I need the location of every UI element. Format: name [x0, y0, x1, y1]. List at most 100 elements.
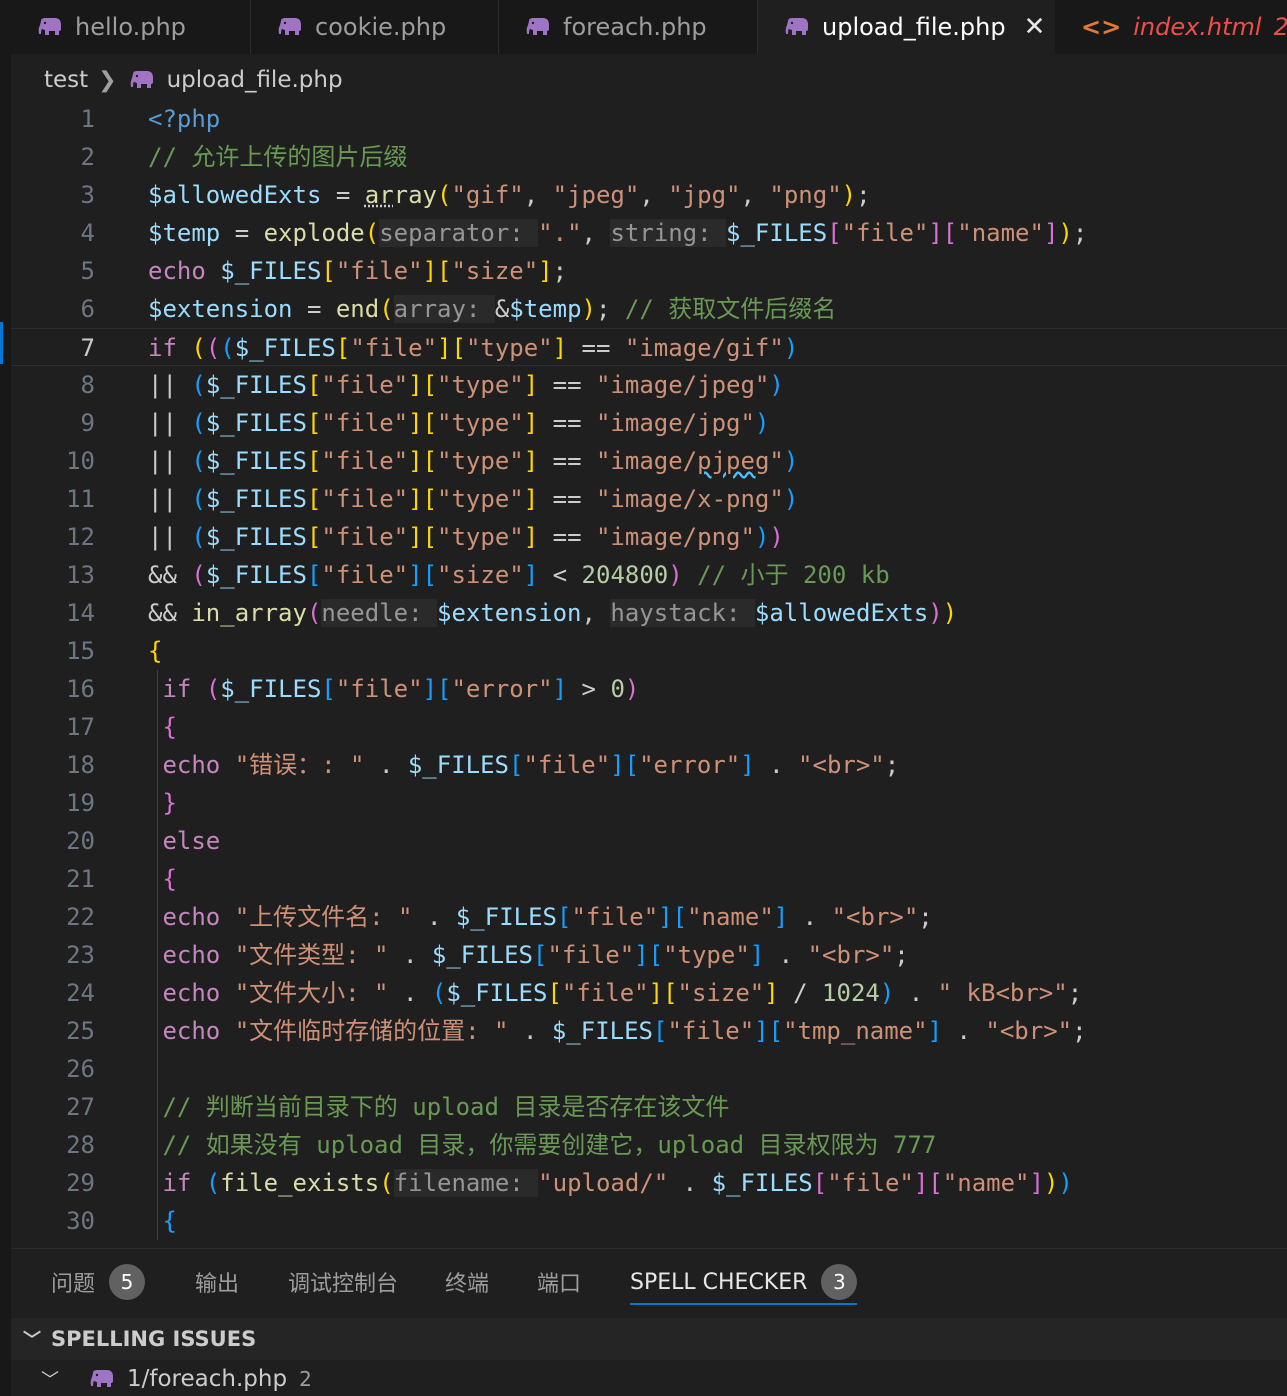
tab-label: cookie.php [315, 13, 447, 41]
code-text: || ($_FILES["file"]["type"] == "image/jp… [148, 409, 770, 437]
tab-label: 端口 [537, 1272, 582, 1297]
code-line[interactable]: 1 <?php [11, 100, 1287, 138]
php-elephant-icon [277, 17, 303, 37]
code-line[interactable]: 15 { [11, 632, 1287, 670]
tab-index-html[interactable]: <> index.html 2 [1055, 0, 1287, 54]
code-line[interactable]: 9 || ($_FILES["file"]["type"] == "image/j… [11, 404, 1287, 442]
line-number: 24 [66, 979, 95, 1007]
code-line[interactable]: 6 $extension = end(array: &$temp); // 获取文… [11, 290, 1287, 328]
php-elephant-icon [784, 17, 810, 37]
tab-terminal[interactable]: 终端 [445, 1249, 489, 1315]
editor-tab-bar: hello.php cookie.php foreach.php upload_… [11, 0, 1287, 54]
code-line[interactable]: 18 echo "错误：: " . $_FILES["file"]["error… [11, 746, 1287, 784]
tab-debug-console[interactable]: 调试控制台 [288, 1249, 398, 1315]
code-line[interactable]: 19 } [11, 784, 1287, 822]
code-line[interactable]: 28 // 如果没有 upload 目录，你需要创建它，upload 目录权限为… [11, 1126, 1287, 1164]
line-number: 1 [80, 105, 95, 133]
code-text: if ((($_FILES["file"]["type"] == "image/… [148, 334, 799, 362]
code-text: $allowedExts = array("gif", "jpeg", "jpg… [148, 181, 871, 209]
code-line[interactable]: 29 if (file_exists(filename: "upload/" .… [11, 1164, 1287, 1202]
tab-label: foreach.php [563, 13, 707, 41]
code-line[interactable]: 8 || ($_FILES["file"]["type"] == "image/j… [11, 366, 1287, 404]
tab-output[interactable]: 输出 [195, 1249, 239, 1315]
code-line[interactable]: 22 echo "上传文件名: " . $_FILES["file"]["nam… [11, 898, 1287, 936]
panel-tab-bar: 问题 5 输出 调试控制台 终端 端口 SPELL CHECKER 3 [11, 1248, 1287, 1316]
line-number: 16 [66, 675, 95, 703]
code-line[interactable]: 23 echo "文件类型: " . $_FILES["file"]["type… [11, 936, 1287, 974]
code-text: || ($_FILES["file"]["type"] == "image/pn… [148, 523, 784, 551]
tab-label: 终端 [445, 1272, 490, 1297]
indent-guide [157, 670, 158, 1240]
spelling-issues-header[interactable]: ﹀ SPELLING ISSUES [11, 1318, 1287, 1360]
code-line[interactable]: 3 $allowedExts = array("gif", "jpeg", "jp… [11, 176, 1287, 214]
code-text: || ($_FILES["file"]["type"] == "image/pj… [148, 447, 799, 475]
code-text: echo "文件临时存储的位置: " . $_FILES["file"]["tm… [162, 1017, 1087, 1045]
activity-edge [0, 0, 11, 1396]
code-line[interactable]: 27 // 判断当前目录下的 upload 目录是否存在该文件 [11, 1088, 1287, 1126]
chevron-down-icon: ﹀ [23, 1330, 41, 1351]
line-number: 19 [66, 789, 95, 817]
close-icon[interactable]: ✕ [1024, 12, 1046, 42]
tab-ports[interactable]: 端口 [537, 1249, 581, 1315]
tab-hello-php[interactable]: hello.php [11, 0, 251, 54]
tab-cookie-php[interactable]: cookie.php [251, 0, 499, 54]
code-line[interactable]: 25 echo "文件临时存储的位置: " . $_FILES["file"][… [11, 1012, 1287, 1050]
code-text: && ($_FILES["file"]["size"] < 204800) //… [148, 561, 890, 589]
tab-label: index.html [1133, 13, 1262, 41]
code-line[interactable]: 17 { [11, 708, 1287, 746]
code-text: || ($_FILES["file"]["type"] == "image/x-… [148, 485, 799, 513]
code-line[interactable]: 16 if ($_FILES["file"]["error"] > 0) [11, 670, 1287, 708]
code-line[interactable]: 13 && ($_FILES["file"]["size"] < 204800) … [11, 556, 1287, 594]
code-line[interactable]: 14 && in_array(needle: $extension, haysta… [11, 594, 1287, 632]
line-number: 12 [66, 523, 95, 551]
line-number: 20 [66, 827, 95, 855]
line-number: 14 [66, 599, 95, 627]
breadcrumb-file[interactable]: upload_file.php [167, 67, 343, 93]
tab-foreach-php[interactable]: foreach.php [499, 0, 758, 54]
code-line[interactable]: 26 [11, 1050, 1287, 1088]
code-line[interactable]: 10 || ($_FILES["file"]["type"] == "image/… [11, 442, 1287, 480]
php-elephant-icon [129, 70, 155, 90]
code-text: // 允许上传的图片后缀 [148, 143, 408, 171]
code-text: // 判断当前目录下的 upload 目录是否存在该文件 [162, 1093, 730, 1121]
code-line[interactable]: 2 // 允许上传的图片后缀 [11, 138, 1287, 176]
tab-label: SPELL CHECKER [630, 1269, 808, 1295]
code-line[interactable]: 7 if ((($_FILES["file"]["type"] == "image… [11, 328, 1287, 366]
code-editor[interactable]: 1 <?php 2 // 允许上传的图片后缀 3 $allowedExts = array… [11, 100, 1287, 1246]
code-line[interactable]: 11 || ($_FILES["file"]["type"] == "image/… [11, 480, 1287, 518]
code-text: else [162, 827, 221, 855]
code-text: if ($_FILES["file"]["error"] > 0) [162, 675, 640, 703]
line-number: 30 [66, 1207, 95, 1235]
line-number: 18 [66, 751, 95, 779]
tab-spell-checker[interactable]: SPELL CHECKER 3 [630, 1249, 858, 1315]
tab-problems[interactable]: 问题 5 [51, 1249, 146, 1315]
line-number: 5 [80, 257, 95, 285]
code-text: $extension = end(array: &$temp); // 获取文件… [148, 295, 837, 323]
code-text: if (file_exists(filename: "upload/" . $_… [162, 1169, 1073, 1197]
line-number: 6 [80, 295, 95, 323]
code-line[interactable]: 12 || ($_FILES["file"]["type"] == "image/… [11, 518, 1287, 556]
issue-file-row[interactable]: ﹀ 1/foreach.php 2 [11, 1362, 1287, 1396]
line-number: 26 [66, 1055, 95, 1083]
issue-count: 2 [299, 1367, 312, 1391]
tab-upload-file-php[interactable]: upload_file.php ✕ [758, 0, 1055, 54]
code-text: && in_array(needle: $extension, haystack… [148, 599, 958, 627]
tab-label: 问题 [51, 1272, 96, 1297]
line-number: 7 [80, 334, 95, 362]
breadcrumb: test ❯ upload_file.php [44, 60, 343, 100]
breadcrumb-folder[interactable]: test [44, 67, 88, 93]
line-number: 22 [66, 903, 95, 931]
code-line[interactable]: 30 { [11, 1202, 1287, 1240]
line-number: 15 [66, 637, 95, 665]
code-text: { [148, 637, 163, 665]
code-line[interactable]: 4 $temp = explode(separator: ".", string:… [11, 214, 1287, 252]
code-line[interactable]: 20 else [11, 822, 1287, 860]
code-text: echo "文件大小: " . ($_FILES["file"]["size"]… [162, 979, 1083, 1007]
code-text: echo $_FILES["file"]["size"]; [148, 257, 568, 285]
code-line[interactable]: 21 { [11, 860, 1287, 898]
php-elephant-icon [525, 17, 551, 37]
code-line[interactable]: 24 echo "文件大小: " . ($_FILES["file"]["siz… [11, 974, 1287, 1012]
code-line[interactable]: 5 echo $_FILES["file"]["size"]; [11, 252, 1287, 290]
line-number: 28 [66, 1131, 95, 1159]
tab-label: 调试控制台 [288, 1272, 399, 1297]
